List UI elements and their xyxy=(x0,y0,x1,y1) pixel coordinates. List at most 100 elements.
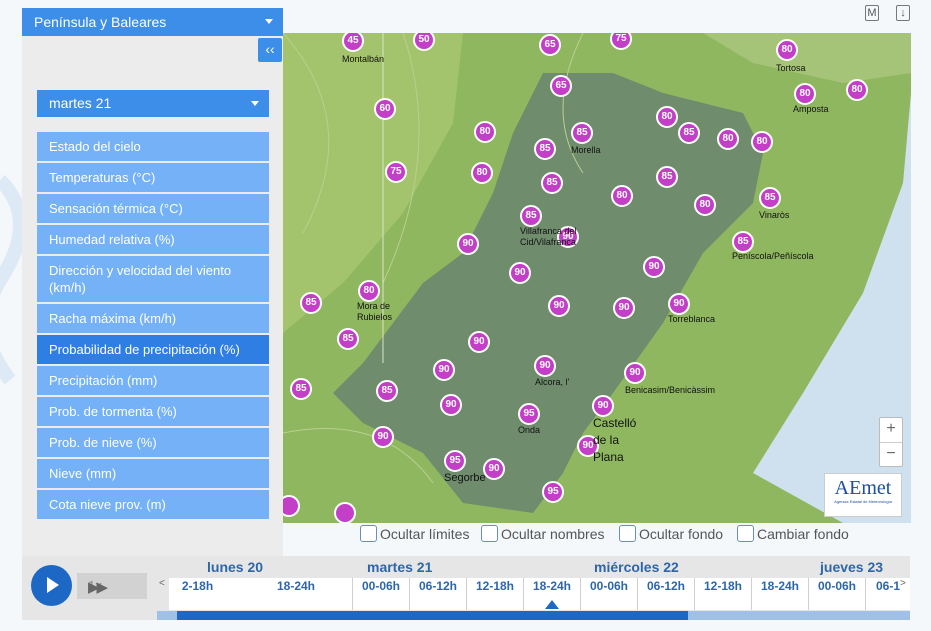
map-marker[interactable]: 95 xyxy=(444,450,466,472)
fast-forward-icon[interactable]: ▶▶ xyxy=(88,578,108,596)
download-icon[interactable]: ↓ xyxy=(896,5,910,21)
map-marker[interactable]: 85 xyxy=(571,122,593,144)
checkbox[interactable] xyxy=(360,525,377,542)
option-label: Cambiar fondo xyxy=(757,525,849,542)
menu-item-prob-tormenta[interactable]: Prob. de tormenta (%) xyxy=(37,397,269,426)
checkbox[interactable] xyxy=(481,525,498,542)
map-marker[interactable]: 80 xyxy=(846,79,868,101)
map-marker[interactable]: 90 xyxy=(643,256,665,278)
map-marker[interactable]: 85 xyxy=(376,380,398,402)
region-select[interactable]: Península y Baleares xyxy=(22,8,283,36)
menu-item-cota-nieve[interactable]: Cota nieve prov. (m) xyxy=(37,490,269,519)
map-marker[interactable]: 90 xyxy=(483,458,505,480)
menu-item-racha[interactable]: Racha máxima (km/h) xyxy=(37,304,269,333)
map-marker[interactable]: 95 xyxy=(518,403,540,425)
play-button[interactable] xyxy=(31,565,72,606)
hide-background-option[interactable]: Ocultar fondo xyxy=(619,525,723,542)
map-marker[interactable]: 85 xyxy=(290,378,312,400)
time-slot[interactable]: 12-18h xyxy=(694,578,751,610)
map-marker[interactable]: 90 xyxy=(668,293,690,315)
menu-item-sensacion-termica[interactable]: Sensación térmica (°C) xyxy=(37,194,269,223)
map-marker[interactable]: 90 xyxy=(372,426,394,448)
map-marker[interactable]: 90 xyxy=(613,297,635,319)
zoom-out-button[interactable]: − xyxy=(880,443,902,467)
menu-item-humedad[interactable]: Humedad relativa (%) xyxy=(37,225,269,254)
menu-item-temperaturas[interactable]: Temperaturas (°C) xyxy=(37,163,269,192)
chevron-down-icon xyxy=(251,101,259,106)
m-icon[interactable]: M xyxy=(865,5,879,21)
map-marker[interactable]: 80 xyxy=(611,185,633,207)
day-label: jueves 23 xyxy=(820,559,884,575)
map-marker[interactable]: 90 xyxy=(548,295,570,317)
map-marker[interactable]: 75 xyxy=(385,161,407,183)
town-label: Castelló de la Plana xyxy=(593,416,637,464)
map-marker[interactable]: 80 xyxy=(717,128,739,150)
day-label: lunes 20 xyxy=(207,559,264,575)
hide-limits-option[interactable]: Ocultar límites xyxy=(360,525,469,542)
map-marker[interactable]: 80 xyxy=(358,280,380,302)
map-marker[interactable]: 85 xyxy=(678,122,700,144)
town-label: Morella xyxy=(571,145,601,155)
map-marker[interactable]: 65 xyxy=(550,75,572,97)
map-marker[interactable]: 85 xyxy=(759,187,781,209)
time-slot[interactable]: 18-24h xyxy=(240,578,352,610)
timeline-prev-button[interactable]: < xyxy=(159,578,165,589)
map-marker[interactable]: 80 xyxy=(776,39,798,61)
change-background-option[interactable]: Cambiar fondo xyxy=(737,525,849,542)
map-marker[interactable]: 65 xyxy=(539,34,561,56)
map[interactable]: 45 50 65 75 80 80 80 65 60 80 85 85 80 8… xyxy=(283,33,911,523)
time-slot[interactable]: 2-18h xyxy=(169,578,226,610)
checkbox[interactable] xyxy=(737,525,754,542)
map-marker[interactable]: 80 xyxy=(474,121,496,143)
time-slot[interactable]: 00-06h xyxy=(580,578,637,610)
time-slot[interactable]: 12-18h xyxy=(466,578,523,610)
map-marker[interactable]: 60 xyxy=(374,98,396,120)
map-marker[interactable]: 85 xyxy=(520,205,542,227)
selected-slot-pointer xyxy=(545,600,559,609)
map-marker[interactable]: 85 xyxy=(300,292,322,314)
town-label: Torreblanca xyxy=(668,314,716,324)
hide-names-option[interactable]: Ocultar nombres xyxy=(481,525,604,542)
map-marker[interactable]: 85 xyxy=(541,172,563,194)
zoom-in-button[interactable]: + xyxy=(880,418,902,443)
map-marker[interactable]: 80 xyxy=(656,106,678,128)
map-marker[interactable]: 85 xyxy=(337,328,359,350)
time-slot[interactable]: 00-06h xyxy=(352,578,409,610)
region-select-label: Península y Baleares xyxy=(34,14,167,30)
menu-item-viento[interactable]: Dirección y velocidad del viento (km/h) xyxy=(37,256,269,302)
checkbox[interactable] xyxy=(619,525,636,542)
timeline-progress[interactable] xyxy=(157,611,910,620)
map-marker[interactable]: 80 xyxy=(751,131,773,153)
map-marker[interactable]: 85 xyxy=(534,138,556,160)
day-label: miércoles 22 xyxy=(594,559,679,575)
menu-item-nieve[interactable]: Nieve (mm) xyxy=(37,459,269,488)
time-slot[interactable]: 06-12h xyxy=(637,578,694,610)
time-slot[interactable]: 06-12h xyxy=(409,578,466,610)
map-marker[interactable]: 90 xyxy=(534,355,556,377)
map-marker[interactable]: 90 xyxy=(433,359,455,381)
map-marker[interactable]: 90 xyxy=(592,395,614,417)
time-slot[interactable]: 00-06h xyxy=(808,578,865,610)
map-marker[interactable]: 90 xyxy=(440,394,462,416)
day-select[interactable]: martes 21 xyxy=(37,90,269,117)
map-marker[interactable]: 90 xyxy=(457,233,479,255)
map-marker[interactable]: 90 xyxy=(624,362,646,384)
map-marker[interactable]: 80 xyxy=(794,83,816,105)
map-marker[interactable]: 95 xyxy=(542,481,564,503)
town-label: Benicasim/Benicàssim xyxy=(625,385,716,395)
menu-item-estado-cielo[interactable]: Estado del cielo xyxy=(37,132,269,161)
timeline-next-button[interactable]: > xyxy=(900,578,906,589)
menu-item-prob-nieve[interactable]: Prob. de nieve (%) xyxy=(37,428,269,457)
speed-control[interactable]: 1x ▶▶ xyxy=(77,573,147,599)
collapse-sidebar-button[interactable]: ‹‹ xyxy=(258,38,282,62)
menu-item-prob-precipitacion[interactable]: Probabilidad de precipitación (%) xyxy=(37,335,269,364)
map-marker[interactable]: 85 xyxy=(732,231,754,253)
map-marker[interactable] xyxy=(334,502,356,523)
map-marker[interactable]: 90 xyxy=(468,331,490,353)
map-marker[interactable]: 80 xyxy=(694,194,716,216)
map-marker[interactable]: 90 xyxy=(509,262,531,284)
map-marker[interactable]: 85 xyxy=(656,166,678,188)
map-marker[interactable]: 80 xyxy=(471,162,493,184)
time-slot[interactable]: 18-24h xyxy=(751,578,808,610)
menu-item-precipitacion[interactable]: Precipitación (mm) xyxy=(37,366,269,395)
